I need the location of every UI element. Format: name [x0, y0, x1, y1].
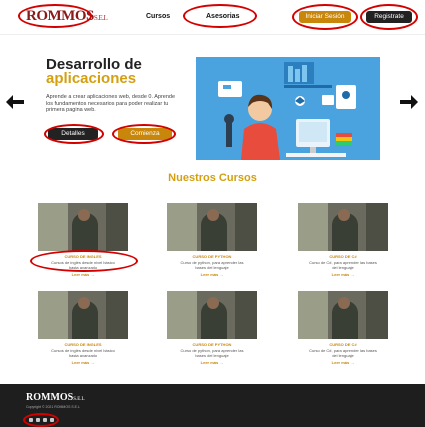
- annotation-circle: [292, 4, 358, 30]
- course-image: [167, 203, 257, 251]
- logo-suffix: S.E.L: [93, 14, 108, 22]
- course-card[interactable]: CURSO DE C# Curso de C#, para aprender l…: [298, 203, 388, 277]
- hero-illustration: [196, 57, 380, 160]
- course-description: Curso de python, para aprender las bases…: [180, 260, 244, 270]
- annotation-circle: [44, 124, 104, 144]
- annotation-circle: [23, 413, 59, 427]
- annotation-circle: [18, 4, 92, 28]
- course-description: Curso de python, para aprender las bases…: [180, 348, 244, 358]
- top-navbar: ROMMOSS.E.L Cursos Asesorias Iniciar Ses…: [0, 0, 425, 35]
- course-card[interactable]: CURSO DE C# Curso de C#, para aprender l…: [298, 291, 388, 365]
- course-card[interactable]: CURSO DE PYTHON Curso de python, para ap…: [167, 291, 257, 365]
- course-card[interactable]: CURSO DE PYTHON Curso de python, para ap…: [167, 203, 257, 277]
- course-card[interactable]: CURSO DE INGLES Cursos de inglés desde n…: [38, 291, 128, 365]
- annotation-circle: [360, 4, 418, 30]
- site-footer: ROMMOSS.E.L Copyright © 2021 ROMMOS S.E.…: [0, 384, 425, 427]
- nav-link-cursos[interactable]: Cursos: [146, 13, 170, 20]
- course-title: CURSO DE PYTHON: [192, 254, 232, 259]
- course-image: [298, 203, 388, 251]
- footer-logo-suffix: S.E.L: [73, 397, 85, 402]
- footer-logo[interactable]: ROMMOSS.E.L: [26, 392, 85, 403]
- footer-copyright: Copyright © 2021 ROMMOS S.E.L: [26, 405, 80, 409]
- course-title: CURSO DE C#: [329, 342, 357, 347]
- course-read-more-link[interactable]: Leer más →: [167, 360, 257, 365]
- course-image: [38, 203, 128, 251]
- hero-description: Aprende a crear aplicaciones web, desde …: [46, 94, 176, 113]
- footer-logo-text: ROMMOS: [26, 392, 74, 403]
- course-description: Curso de C#, para aprender las bases del…: [309, 348, 377, 358]
- course-read-more-link[interactable]: Leer más →: [38, 360, 128, 365]
- course-read-more-link[interactable]: Leer más →: [167, 272, 257, 277]
- annotation-circle: [183, 4, 257, 28]
- course-read-more-link[interactable]: Leer más →: [298, 272, 388, 277]
- annotation-circle: [30, 250, 138, 272]
- course-description: Cursos de inglés desde nivel básico hast…: [51, 348, 115, 358]
- course-read-more-link[interactable]: Leer más →: [38, 272, 128, 277]
- course-title: CURSO DE PYTHON: [192, 342, 232, 347]
- course-description: Curso de C#, para aprender las bases del…: [309, 260, 377, 270]
- course-title: CURSO DE INGLES: [64, 342, 102, 347]
- arrow-right-icon[interactable]: [400, 89, 418, 115]
- course-image: [167, 291, 257, 339]
- course-title: CURSO DE C#: [329, 254, 357, 259]
- hero-subtitle: aplicaciones: [46, 70, 137, 87]
- course-read-more-link[interactable]: Leer más →: [298, 360, 388, 365]
- course-image: [38, 291, 128, 339]
- courses-section-title: Nuestros Cursos: [168, 172, 257, 184]
- arrow-left-icon[interactable]: [6, 89, 24, 115]
- annotation-circle: [112, 124, 176, 144]
- course-image: [298, 291, 388, 339]
